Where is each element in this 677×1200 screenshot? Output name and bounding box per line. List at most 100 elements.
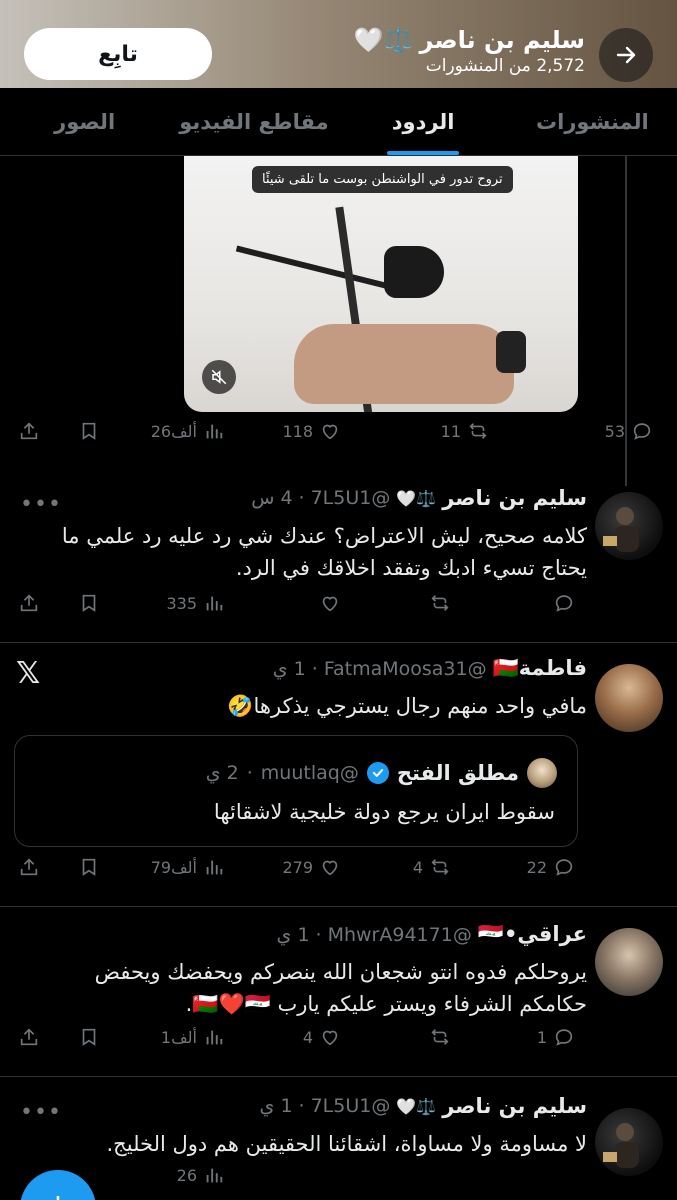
repost-button[interactable] — [429, 1026, 451, 1048]
repost-icon — [469, 423, 487, 439]
quoted-tweet-time: 2 ي — [205, 762, 239, 784]
reply-count: 53 — [604, 421, 625, 441]
views-count: 26ألف — [150, 421, 197, 441]
heart-icon — [322, 596, 338, 612]
more-options-button[interactable]: ••• — [20, 492, 62, 517]
dot-separator: · — [311, 657, 318, 680]
back-button[interactable] — [599, 28, 653, 82]
reply-button[interactable]: 1 — [537, 1026, 575, 1048]
tweet-text: مافي واحد منهم رجال يسترجي يذكرها🤣 — [227, 694, 587, 718]
tweet-text: لا مساومة ولا مساواة، اشقائنا الحقيقين ه… — [106, 1132, 588, 1156]
tweet-header: سليم بن ناصر ⚖️🤍 @7L5U1 · 4 س — [251, 486, 587, 510]
bookmark-button[interactable] — [78, 420, 100, 442]
reply-icon — [555, 595, 573, 612]
avatar[interactable] — [595, 928, 663, 996]
views-icon — [206, 1168, 223, 1183]
repost-icon — [431, 859, 449, 875]
avatar-silhouette-icon — [603, 507, 639, 552]
tab-posts[interactable]: المنشورات — [508, 88, 677, 155]
quoted-avatar — [527, 758, 557, 788]
quoted-author-name: مطلق الفتح — [396, 761, 519, 785]
mute-button[interactable] — [202, 360, 236, 394]
avatar[interactable] — [595, 664, 663, 732]
like-button[interactable]: 4 — [303, 1026, 341, 1048]
bookmark-icon — [82, 1028, 96, 1046]
tweet-actions: 335 — [0, 592, 677, 632]
share-button[interactable] — [18, 592, 40, 614]
tweet-header: فاطمة🇴🇲 @FatmaMoosa31 · 1 ي — [273, 656, 587, 681]
author-name[interactable]: سليم بن ناصر — [442, 1094, 587, 1118]
like-count: 4 — [302, 1027, 313, 1047]
views-button[interactable]: 335 — [166, 592, 225, 614]
views-button[interactable]: 26ألف — [151, 420, 225, 442]
post-count: 2,572 من المنشورات — [425, 56, 585, 76]
video-frame-hands — [294, 324, 514, 404]
author-name[interactable]: سليم بن ناصر — [442, 486, 587, 510]
repost-count: 4 — [412, 857, 423, 877]
like-button[interactable] — [319, 592, 341, 614]
views-count: 79ألف — [150, 857, 197, 877]
arrow-right-icon — [616, 46, 636, 64]
like-button[interactable]: 118 — [282, 420, 341, 442]
tweet-text: يروحلكم فدوه انتو شجعان الله ينصركم ويحف… — [94, 960, 587, 1016]
profile-emoji: ⚖️🤍 — [353, 26, 414, 54]
dot-separator: · — [246, 762, 253, 784]
tab-photos[interactable]: الصور — [0, 88, 169, 155]
views-count: 1ألف — [160, 1027, 197, 1047]
divider — [0, 642, 677, 643]
share-button[interactable] — [18, 420, 40, 442]
share-icon — [20, 1028, 38, 1046]
tab-videos[interactable]: مقاطع الفيديو — [169, 88, 338, 155]
follow-button[interactable]: تابِع — [24, 28, 212, 80]
author-emoji: ⚖️🤍 — [396, 488, 437, 508]
bookmark-icon — [82, 422, 96, 440]
dot-separator: · — [315, 923, 322, 946]
tweet-actions: 53 11 118 26ألف — [0, 420, 677, 460]
author-name[interactable]: فاطمة🇴🇲 — [493, 656, 587, 681]
share-button[interactable] — [18, 856, 40, 878]
heart-icon — [322, 1030, 338, 1046]
reply-button[interactable]: 53 — [605, 420, 653, 442]
share-icon — [20, 422, 38, 440]
reply-icon — [555, 859, 573, 876]
heart-icon — [322, 860, 338, 876]
reply-button[interactable]: 22 — [527, 856, 575, 878]
views-button[interactable]: 79ألف — [151, 856, 225, 878]
more-options-button[interactable]: ••• — [20, 1100, 62, 1125]
reply-button[interactable] — [553, 592, 575, 614]
repost-icon — [431, 595, 449, 611]
like-count: 118 — [282, 421, 313, 441]
like-button[interactable]: 279 — [282, 856, 341, 878]
author-name[interactable]: عراقي•🇮🇶 — [478, 922, 587, 947]
share-button[interactable] — [18, 1026, 40, 1048]
tweet-time: 1 ي — [272, 657, 306, 680]
video-frame-mic — [384, 246, 444, 298]
views-icon — [206, 596, 223, 611]
tweet-text: كلامه صحيح، ليش الاعتراض؟ عندك شي رد علي… — [61, 524, 587, 580]
repost-button[interactable]: 11 — [441, 420, 489, 442]
views-button[interactable]: 1ألف — [161, 1026, 225, 1048]
repost-button[interactable]: 4 — [413, 856, 451, 878]
views-button[interactable]: 26 — [177, 1164, 225, 1186]
muted-speaker-icon — [211, 369, 227, 385]
views-icon — [206, 424, 223, 439]
bookmark-button[interactable] — [78, 592, 100, 614]
avatar[interactable] — [595, 492, 663, 560]
tab-replies[interactable]: الردود — [339, 88, 508, 155]
quoted-tweet-header: مطلق الفتح @muutlaq · 2 ي — [206, 758, 557, 788]
author-handle[interactable]: @MhwrA94171 — [328, 924, 472, 946]
tweet-header: سليم بن ناصر ⚖️🤍 @7L5U1 · 1 ي — [260, 1094, 587, 1118]
author-handle[interactable]: @FatmaMoosa31 — [324, 658, 487, 680]
video-player[interactable]: تروح تدور في الواشنطن بوست ما تلقى شيئًا — [184, 156, 578, 412]
author-handle[interactable]: @7L5U1 — [311, 487, 391, 509]
repost-button[interactable] — [429, 592, 451, 614]
repost-icon — [431, 1029, 449, 1045]
tweet-actions: 1 4 1ألف — [0, 1026, 677, 1066]
bookmark-button[interactable] — [78, 1026, 100, 1048]
tweet-actions: 26 — [0, 1164, 677, 1200]
quoted-tweet[interactable]: مطلق الفتح @muutlaq · 2 ي سقوط ايران يرج… — [14, 735, 578, 847]
verified-badge-icon — [366, 762, 389, 784]
author-handle[interactable]: @7L5U1 — [311, 1095, 391, 1117]
tweet-time: 1 ي — [276, 923, 310, 946]
bookmark-button[interactable] — [78, 856, 100, 878]
